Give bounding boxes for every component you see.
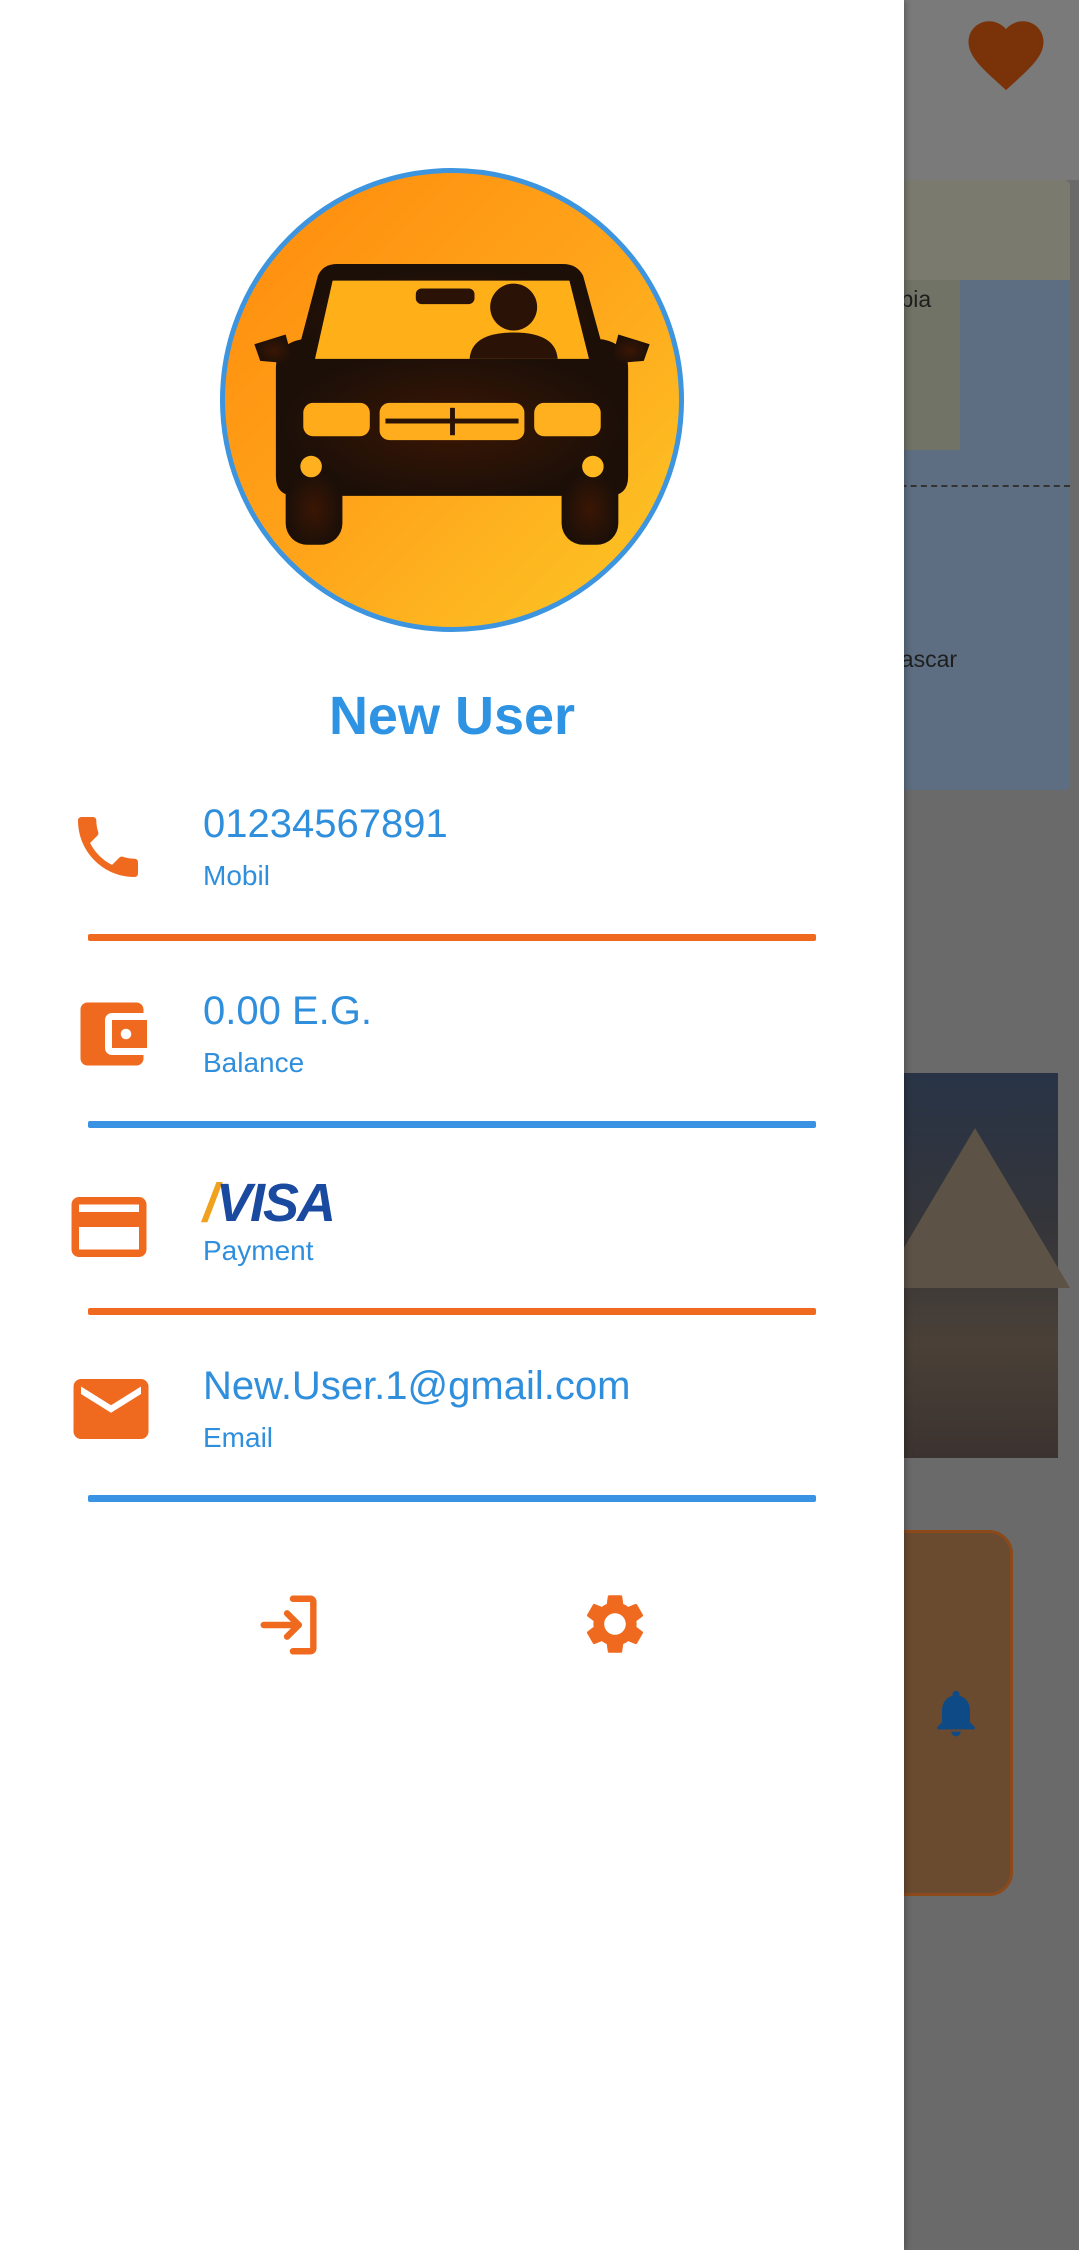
credit-card-icon [71,1197,147,1257]
mobile-caption: Mobil [203,860,270,891]
map-equator-line [880,485,1070,487]
profile-item-email[interactable]: New.User.1@gmail.com Email [0,1364,904,1504]
email-caption: Email [203,1422,274,1453]
divider [88,934,816,941]
heart-icon [968,21,1044,91]
profile-item-payment[interactable]: /VISA Payment [0,1173,904,1317]
profile-item-mobile[interactable]: 01234567891 Mobil [0,802,904,942]
car-driver-icon [254,263,650,545]
phone-icon [78,817,138,877]
profile-item-balance[interactable]: 0.00 E.G. Balance [0,989,904,1129]
background-photo [880,1073,1070,1458]
gear-icon[interactable] [579,1588,651,1660]
navigation-drawer: New User 01234567891 Mobil 0.00 E.G. Bal… [0,0,904,2250]
mobile-number: 01234567891 [203,802,448,846]
divider [88,1495,816,1502]
payment-caption: Payment [203,1235,314,1266]
balance-amount: 0.00 E.G. [203,989,372,1033]
avatar[interactable] [220,168,684,632]
balance-caption: Balance [203,1047,305,1078]
wallet-icon [80,1002,147,1066]
login-icon[interactable] [255,1590,325,1660]
email-icon [73,1379,149,1439]
map-land [880,180,1070,280]
background-map: rabia gascar [880,180,1070,790]
email-address: New.User.1@gmail.com [203,1364,631,1408]
divider [88,1308,816,1315]
visa-logo: /VISA [203,1173,336,1233]
bell-icon [937,1690,975,1737]
user-name: New User [328,686,576,746]
divider [88,1121,816,1128]
